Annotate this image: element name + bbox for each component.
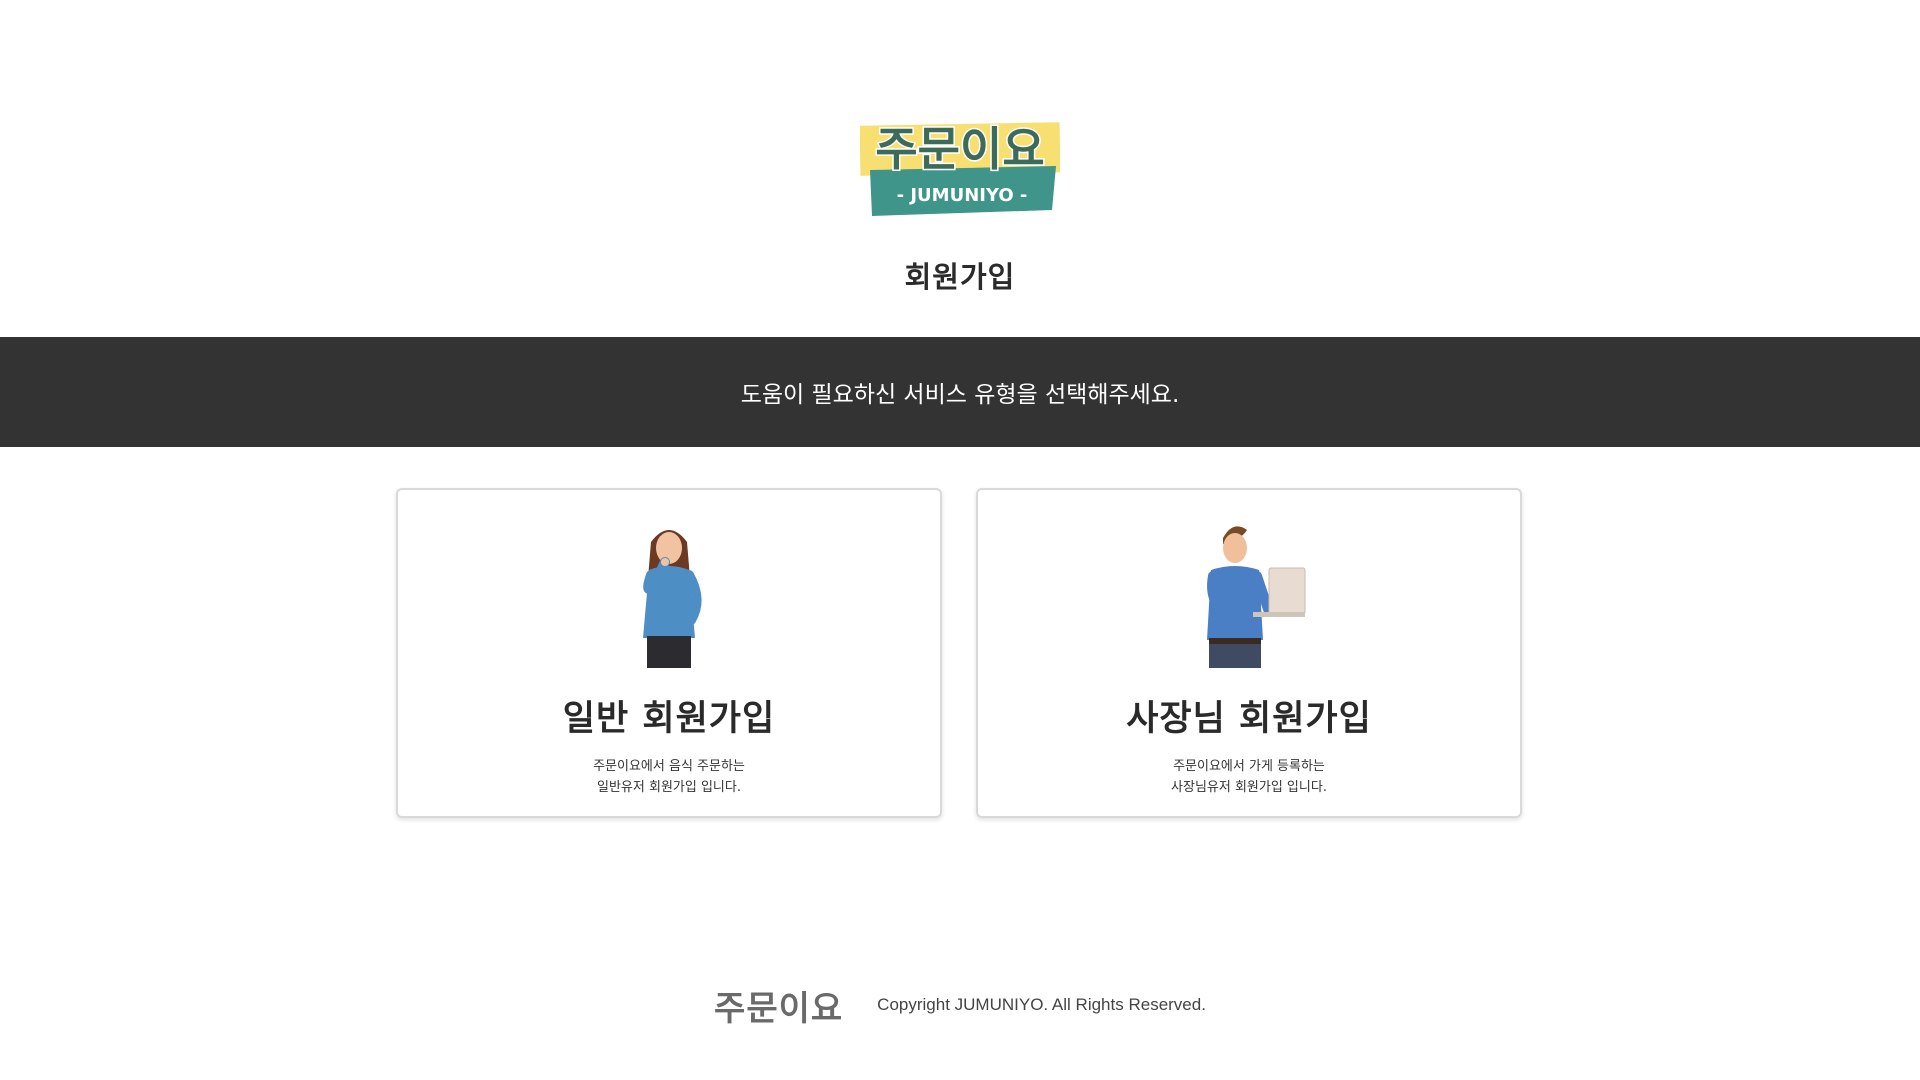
jumuniyo-logo[interactable]: 주문이요 - JUMUNIYO - [860, 118, 1060, 222]
owner-signup-card[interactable]: 사장님 회원가입 주문이요에서 가게 등록하는 사장님유저 회원가입 입니다. [976, 488, 1522, 818]
footer-copyright: Copyright JUMUNIYO. All Rights Reserved. [877, 995, 1206, 1014]
man-with-laptop-icon [1179, 520, 1319, 670]
general-desc-line-2: 일반유저 회원가입 입니다. [597, 780, 741, 795]
banner-text: 도움이 필요하신 서비스 유형을 선택해주세요. [740, 382, 1180, 408]
owner-desc-line-1: 주문이요에서 가게 등록하는 [1173, 759, 1325, 774]
woman-thinking-icon [599, 520, 739, 670]
footer-logo[interactable]: 주문이요 [714, 981, 843, 1030]
general-signup-card[interactable]: 일반 회원가입 주문이요에서 음식 주문하는 일반유저 회원가입 입니다. [396, 488, 942, 818]
page-title: 회원가입 [904, 260, 1016, 294]
signup-page: 주문이요 - JUMUNIYO - 회원가입 도움이 필요하신 서비스 유형을 … [0, 0, 1920, 1080]
logo-korean-text: 주문이요 [875, 122, 1044, 176]
general-signup-title: 일반 회원가입 [562, 699, 776, 739]
owner-signup-title: 사장님 회원가입 [1126, 699, 1372, 739]
instruction-banner: 도움이 필요하신 서비스 유형을 선택해주세요. [0, 337, 1920, 447]
footer: 주문이요 Copyright JUMUNIYO. All Rights Rese… [0, 980, 1920, 1030]
owner-desc-line-2: 사장님유저 회원가입 입니다. [1171, 780, 1327, 795]
general-signup-description: 주문이요에서 음식 주문하는 일반유저 회원가입 입니다. [398, 756, 940, 798]
general-desc-line-1: 주문이요에서 음식 주문하는 [593, 759, 745, 774]
logo-graphic: 주문이요 - JUMUNIYO - [860, 121, 1060, 216]
owner-signup-description: 주문이요에서 가게 등록하는 사장님유저 회원가입 입니다. [978, 756, 1520, 798]
logo-english-text: - JUMUNIYO - [897, 185, 1028, 206]
